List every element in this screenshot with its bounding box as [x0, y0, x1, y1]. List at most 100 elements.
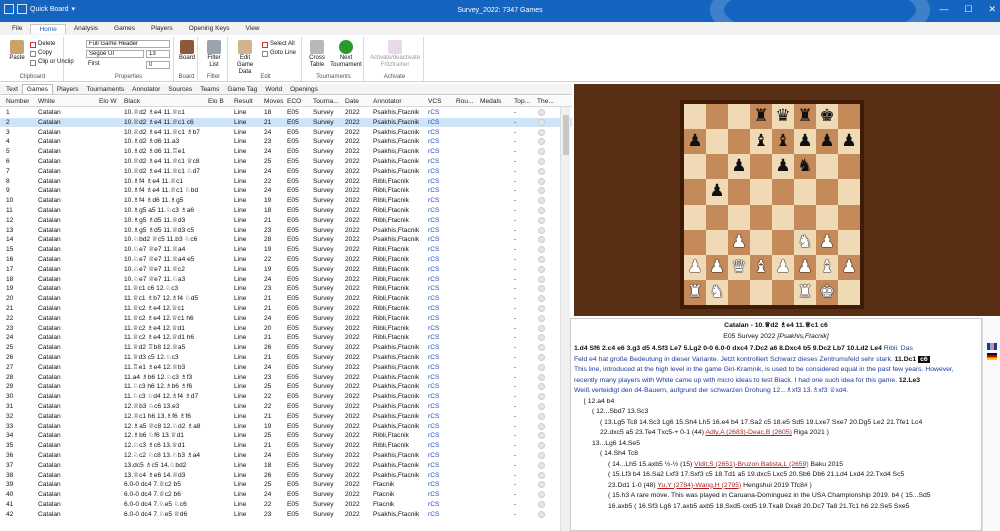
reference-game-link[interactable]: Yu,Y (2784)-Wang,H (2795)	[657, 482, 741, 489]
board-square[interactable]	[684, 154, 706, 180]
table-row[interactable]: 31 Catalan 12.♕b3 ♘c6 13.e3 Line 22 E05 Survey…	[0, 402, 572, 411]
table-row[interactable]: 37 Catalan 13.dc5 ♗c5 14.♘bd2 Line 18 E05 Surv…	[0, 461, 572, 470]
board-square[interactable]	[706, 104, 728, 130]
board-square[interactable]	[838, 279, 860, 305]
next-tournament-button[interactable]: Next Tournament	[330, 40, 362, 69]
board-square[interactable]: ♟	[706, 179, 728, 205]
tab-view[interactable]: View	[238, 24, 268, 33]
white-pawn-icon[interactable]: ♟	[841, 258, 856, 276]
board-square[interactable]: ♞	[706, 279, 728, 305]
column-header[interactable]: Number	[6, 98, 29, 105]
table-row[interactable]: 28 Catalan 11.a4 ♗b6 12.♘c3 ♗f3 Line 23 E05 Su…	[0, 373, 572, 382]
board-square[interactable]	[772, 179, 794, 205]
table-row[interactable]: 13 Catalan 10.♗g5 ♗d5 11.♕d3 c5 Line 23 E05 Su…	[0, 226, 572, 235]
table-row[interactable]: 20 Catalan 11.♕c1 ♗b7 12.♗f4 ♘d5 Line 21 E05 S…	[0, 294, 572, 303]
table-row[interactable]: 32 Catalan 12.♕c1 h6 13.♗f6 ♗f6 Line 21 E05 Su…	[0, 412, 572, 421]
activate-fritztrainer-button[interactable]: Activate/deactivate Fritztrainer	[368, 40, 422, 69]
board-square[interactable]	[750, 229, 772, 255]
board-square[interactable]	[816, 204, 838, 230]
table-row[interactable]: 26 Catalan 11.♕d3 c5 12.♘c3 Line 21 E05 Survey…	[0, 353, 572, 362]
board-square[interactable]	[706, 229, 728, 255]
white-king-icon[interactable]: ♚	[819, 283, 834, 301]
board-square[interactable]: ♚	[816, 104, 838, 130]
column-header[interactable]: Top...	[514, 98, 530, 105]
black-pawn-icon[interactable]: ♟	[687, 133, 702, 150]
black-pawn-icon[interactable]: ♟	[731, 158, 746, 175]
white-pawn-icon[interactable]: ♟	[819, 233, 834, 251]
close-button[interactable]: ✕	[988, 4, 996, 15]
white-knight-icon[interactable]: ♞	[709, 283, 724, 301]
board-square[interactable]: ♟	[772, 254, 794, 280]
column-header[interactable]: Rou...	[456, 98, 474, 105]
tab-opening-keys[interactable]: Opening Keys	[181, 24, 238, 33]
board-square[interactable]	[706, 204, 728, 230]
board-square[interactable]	[684, 179, 706, 205]
paste-button[interactable]: Paste	[6, 40, 28, 62]
column-header[interactable]: Annotator	[373, 98, 402, 105]
black-pawn-icon[interactable]: ♟	[841, 133, 856, 150]
table-row[interactable]: 25 Catalan 11.♕d2 ♖b8 12.♕a5 Line 26 E05 Surve…	[0, 343, 572, 352]
reference-game-link[interactable]: Vidit,S (2651)-Bruzon Batista,L (2659)	[694, 461, 808, 468]
board-square[interactable]	[750, 154, 772, 180]
filter-list-button[interactable]: Filter List	[204, 40, 224, 69]
board-square[interactable]: ♟	[794, 129, 816, 155]
list-tab-annotator[interactable]: Annotator	[128, 85, 164, 94]
list-tab-game-tag[interactable]: Game Tag	[223, 85, 261, 94]
table-row[interactable]: 17 Catalan 10.♘e7 ♕e7 11.♕c2 Line 19 E05 Surve…	[0, 265, 572, 274]
black-bishop-icon[interactable]: ♝	[775, 133, 790, 150]
board-square[interactable]: ♟	[684, 129, 706, 155]
board-square[interactable]: ♛	[728, 254, 750, 280]
column-header[interactable]: Tourna...	[313, 98, 339, 105]
white-knight-icon[interactable]: ♞	[797, 233, 812, 251]
table-row[interactable]: 7 Catalan 10.♕d2 ♗e4 11.♕c1 ♘d7 Line 24 E05 Su…	[0, 167, 572, 176]
white-pawn-icon[interactable]: ♟	[709, 258, 724, 276]
board-square[interactable]: ♜	[684, 279, 706, 305]
german-flag-icon[interactable]	[987, 353, 997, 360]
variation-line[interactable]: 16.axb5 ( 16.Sf3 Lg6 17.axb5 axb5 18.Sxd…	[574, 502, 978, 513]
table-row[interactable]: 1 Catalan 10.♕d2 ♗e4 11.♕c1 Line 18 E05 Survey…	[0, 108, 572, 117]
board-square[interactable]	[728, 279, 750, 305]
goto-line-button[interactable]: Goto Line	[262, 49, 296, 58]
maximize-button[interactable]: ☐	[964, 4, 972, 15]
table-row[interactable]: 29 Catalan 11.♘c3 h6 12.♗b6 ♗f6 Line 25 E05 Su…	[0, 382, 572, 391]
table-row[interactable]: 42 Catalan 6.0-0 dc4 7.♘e5 ♕d6 Line 23 E05 Sur…	[0, 510, 572, 519]
column-header[interactable]: ECO	[287, 98, 301, 105]
board-square[interactable]: ♝	[750, 254, 772, 280]
column-header[interactable]: The...	[537, 98, 554, 105]
board-square[interactable]	[728, 204, 750, 230]
table-row[interactable]: 15 Catalan 10.♘e7 ♕e7 11.♕a4 Line 19 E05 Surve…	[0, 245, 572, 254]
white-rook-icon[interactable]: ♜	[687, 283, 702, 301]
white-pawn-icon[interactable]: ♟	[731, 233, 746, 251]
board-square[interactable]: ♞	[794, 154, 816, 180]
black-bishop-icon[interactable]: ♝	[753, 133, 768, 150]
board-square[interactable]	[794, 204, 816, 230]
board-square[interactable]	[838, 154, 860, 180]
table-row[interactable]: 21 Catalan 11.♕c2 ♗e4 12.♕c1 Line 21 E05 Surve…	[0, 304, 572, 313]
column-header[interactable]: Result	[234, 98, 253, 105]
table-row[interactable]: 22 Catalan 11.♕c2 ♗e4 12.♕c1 h6 Line 24 E05 Su…	[0, 314, 572, 323]
variation-line[interactable]: ( 15.Lf3 b4 16.Sa2 Lxf3 17.Sxf3 c5 18.Td…	[574, 470, 978, 481]
white-rook-icon[interactable]: ♜	[797, 283, 812, 301]
board-square[interactable]: ♟	[728, 154, 750, 180]
board-square[interactable]: ♟	[728, 229, 750, 255]
table-row[interactable]: 34 Catalan 12.♗b6 ♘f6 13.♕d1 Line 25 E05 Surve…	[0, 431, 572, 440]
main-line-moves[interactable]: 1.d4 Sf6 2.c4 e6 3.g3 d5 4.Sf3 Le7 5.Lg2…	[574, 345, 882, 352]
black-pawn-icon[interactable]: ♟	[819, 133, 834, 150]
games-list-scrollbar[interactable]	[560, 107, 570, 531]
copy-button[interactable]: Copy	[30, 49, 74, 58]
board-square[interactable]	[684, 229, 706, 255]
board-square[interactable]: ♚	[816, 279, 838, 305]
table-row[interactable]: 9 Catalan 10.♗f4 ♗e4 11.♕c1 ♘bd Line 24 E05 Su…	[0, 186, 572, 195]
board-button[interactable]: Board	[178, 40, 196, 62]
list-tab-openings[interactable]: Openings	[286, 85, 322, 94]
table-row[interactable]: 19 Catalan 11.♕c1 c6 12.♘c3 Line 23 E05 Survey…	[0, 284, 572, 293]
variation-line[interactable]: ( 14.Sh4 Tc8	[574, 449, 978, 460]
list-tab-games[interactable]: Games	[21, 84, 53, 94]
table-row[interactable]: 10 Catalan 10.♗f4 ♗d6 11.♗g5 Line 19 E05 Surve…	[0, 196, 572, 205]
variation-line[interactable]: ( 13.Lg5 Tc8 14.Sc3 Lg6 15.Sh4 Lh5 16.e4…	[574, 418, 978, 429]
table-row[interactable]: 12 Catalan 10.♗g5 ♗d5 11.♕d3 Line 21 E05 Surve…	[0, 216, 572, 225]
board-square[interactable]	[750, 279, 772, 305]
column-header[interactable]: Date	[345, 98, 359, 105]
board-square[interactable]: ♟	[816, 129, 838, 155]
column-header[interactable]: Moves	[264, 98, 283, 105]
